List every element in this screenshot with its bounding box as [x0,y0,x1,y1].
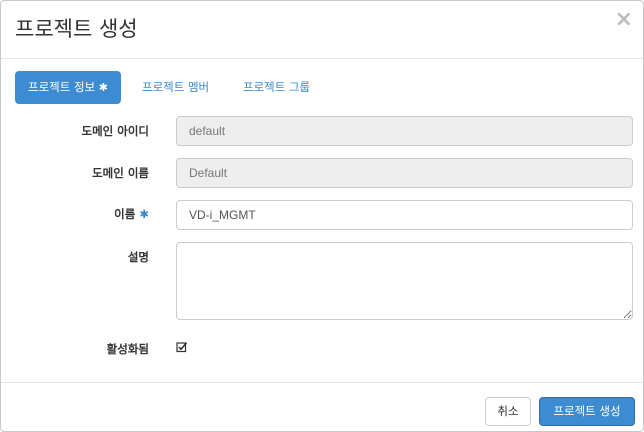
enabled-label: 활성화됨 [106,342,149,356]
modal-title: 프로젝트 생성 [15,17,138,41]
domain-name-field[interactable] [176,158,633,188]
tab-project-groups[interactable]: 프로젝트 그룹 [230,71,323,104]
create-project-button[interactable]: 프로젝트 생성 [539,397,635,426]
description-label: 설명 [127,250,149,264]
required-icon: ✱ [139,207,149,221]
close-icon[interactable]: × [615,7,633,32]
domain-id-field[interactable] [176,116,633,146]
tab-project-members[interactable]: 프로젝트 멤버 [129,71,222,104]
cancel-button[interactable]: 취소 [485,397,531,426]
tab-label: 프로젝트 정보 [28,80,96,94]
domain-name-label: 도메인 이름 [92,166,149,180]
name-field[interactable] [176,200,633,230]
enabled-checkbox[interactable] [176,341,188,353]
name-label: 이름 ✱ [114,206,149,222]
modal-header: 프로젝트 생성 × [1,1,643,59]
tab-project-info[interactable]: 프로젝트 정보 ✱ [15,71,122,104]
domain-id-label: 도메인 아이디 [81,124,149,138]
name-label-text: 이름 [114,207,136,221]
description-field[interactable] [176,242,633,320]
create-project-modal: 프로젝트 생성 × 프로젝트 정보 ✱ 프로젝트 멤버 프로젝트 그룹 도메인 … [0,0,644,432]
required-icon: ✱ [98,81,109,94]
checkbox-checked-icon [176,342,188,353]
